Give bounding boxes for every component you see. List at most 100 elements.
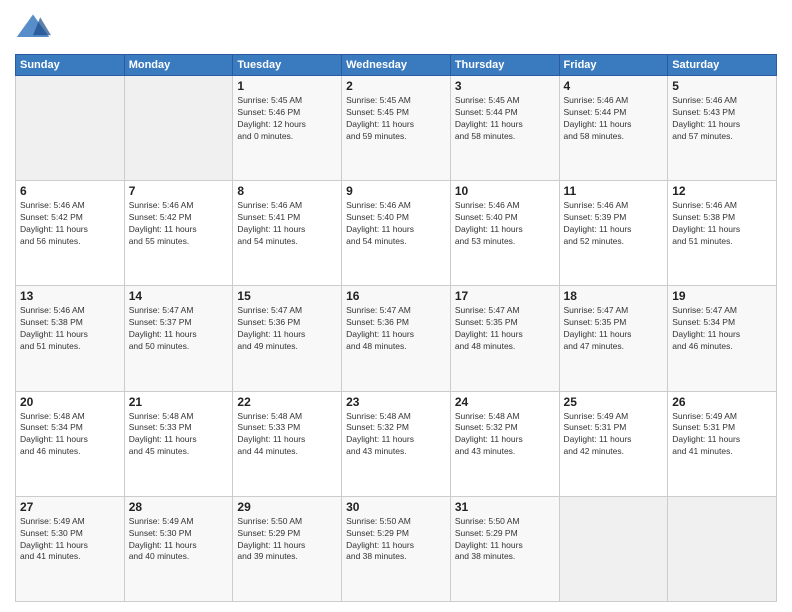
day-info: Sunrise: 5:48 AM Sunset: 5:33 PM Dayligh…	[129, 411, 229, 459]
day-info: Sunrise: 5:45 AM Sunset: 5:45 PM Dayligh…	[346, 95, 446, 143]
day-number: 19	[672, 289, 772, 303]
calendar-cell	[559, 496, 668, 601]
calendar-cell	[124, 76, 233, 181]
day-number: 2	[346, 79, 446, 93]
calendar-cell: 24 Sunrise: 5:48 AM Sunset: 5:32 PM Dayli…	[450, 391, 559, 496]
day-number: 18	[564, 289, 664, 303]
day-info: Sunrise: 5:50 AM Sunset: 5:29 PM Dayligh…	[346, 516, 446, 564]
calendar-cell: 26Sunrise: 5:49 AM Sunset: 5:31 PM Dayli…	[668, 391, 777, 496]
calendar-cell: 28 Sunrise: 5:49 AM Sunset: 5:30 PM Dayli…	[124, 496, 233, 601]
calendar-cell: 31 Sunrise: 5:50 AM Sunset: 5:29 PM Dayli…	[450, 496, 559, 601]
day-info: Sunrise: 5:49 AM Sunset: 5:30 PM Dayligh…	[20, 516, 120, 564]
calendar-cell: 12Sunrise: 5:46 AM Sunset: 5:38 PM Dayli…	[668, 181, 777, 286]
week-row-5: 27 Sunrise: 5:49 AM Sunset: 5:30 PM Dayli…	[16, 496, 777, 601]
calendar-cell: 20Sunrise: 5:48 AM Sunset: 5:34 PM Dayli…	[16, 391, 125, 496]
logo-icon	[15, 10, 51, 46]
day-number: 15	[237, 289, 337, 303]
day-number: 28	[129, 500, 229, 514]
calendar-cell: 23 Sunrise: 5:48 AM Sunset: 5:32 PM Dayli…	[342, 391, 451, 496]
calendar-table: SundayMondayTuesdayWednesdayThursdayFrid…	[15, 54, 777, 602]
day-number: 4	[564, 79, 664, 93]
day-info: Sunrise: 5:46 AM Sunset: 5:42 PM Dayligh…	[20, 200, 120, 248]
day-number: 21	[129, 395, 229, 409]
weekday-header-thursday: Thursday	[450, 55, 559, 76]
calendar-cell: 16Sunrise: 5:47 AM Sunset: 5:36 PM Dayli…	[342, 286, 451, 391]
day-info: Sunrise: 5:47 AM Sunset: 5:36 PM Dayligh…	[237, 305, 337, 353]
day-info: Sunrise: 5:46 AM Sunset: 5:41 PM Dayligh…	[237, 200, 337, 248]
day-info: Sunrise: 5:50 AM Sunset: 5:29 PM Dayligh…	[455, 516, 555, 564]
day-info: Sunrise: 5:46 AM Sunset: 5:42 PM Dayligh…	[129, 200, 229, 248]
calendar-cell: 9 Sunrise: 5:46 AM Sunset: 5:40 PM Daylig…	[342, 181, 451, 286]
day-number: 1	[237, 79, 337, 93]
weekday-header-wednesday: Wednesday	[342, 55, 451, 76]
calendar-cell: 10 Sunrise: 5:46 AM Sunset: 5:40 PM Dayli…	[450, 181, 559, 286]
day-info: Sunrise: 5:46 AM Sunset: 5:39 PM Dayligh…	[564, 200, 664, 248]
day-number: 25	[564, 395, 664, 409]
day-info: Sunrise: 5:46 AM Sunset: 5:40 PM Dayligh…	[346, 200, 446, 248]
calendar-cell	[668, 496, 777, 601]
calendar-cell: 30Sunrise: 5:50 AM Sunset: 5:29 PM Dayli…	[342, 496, 451, 601]
calendar-cell: 1 Sunrise: 5:45 AM Sunset: 5:46 PM Daylig…	[233, 76, 342, 181]
day-info: Sunrise: 5:46 AM Sunset: 5:43 PM Dayligh…	[672, 95, 772, 143]
week-row-1: 1 Sunrise: 5:45 AM Sunset: 5:46 PM Daylig…	[16, 76, 777, 181]
day-number: 3	[455, 79, 555, 93]
weekday-header-tuesday: Tuesday	[233, 55, 342, 76]
calendar-cell: 13 Sunrise: 5:46 AM Sunset: 5:38 PM Dayli…	[16, 286, 125, 391]
calendar-cell: 2 Sunrise: 5:45 AM Sunset: 5:45 PM Daylig…	[342, 76, 451, 181]
day-number: 31	[455, 500, 555, 514]
page: SundayMondayTuesdayWednesdayThursdayFrid…	[0, 0, 792, 612]
calendar-cell: 4 Sunrise: 5:46 AM Sunset: 5:44 PM Daylig…	[559, 76, 668, 181]
week-row-3: 13 Sunrise: 5:46 AM Sunset: 5:38 PM Dayli…	[16, 286, 777, 391]
day-info: Sunrise: 5:46 AM Sunset: 5:40 PM Dayligh…	[455, 200, 555, 248]
day-number: 7	[129, 184, 229, 198]
day-number: 8	[237, 184, 337, 198]
day-number: 24	[455, 395, 555, 409]
weekday-header-sunday: Sunday	[16, 55, 125, 76]
day-info: Sunrise: 5:46 AM Sunset: 5:44 PM Dayligh…	[564, 95, 664, 143]
day-number: 13	[20, 289, 120, 303]
header	[15, 10, 777, 46]
calendar-cell: 27 Sunrise: 5:49 AM Sunset: 5:30 PM Dayli…	[16, 496, 125, 601]
day-number: 27	[20, 500, 120, 514]
day-info: Sunrise: 5:46 AM Sunset: 5:38 PM Dayligh…	[672, 200, 772, 248]
calendar-cell: 18 Sunrise: 5:47 AM Sunset: 5:35 PM Dayli…	[559, 286, 668, 391]
weekday-header-monday: Monday	[124, 55, 233, 76]
calendar-cell: 19Sunrise: 5:47 AM Sunset: 5:34 PM Dayli…	[668, 286, 777, 391]
day-number: 22	[237, 395, 337, 409]
day-number: 23	[346, 395, 446, 409]
day-number: 26	[672, 395, 772, 409]
day-number: 11	[564, 184, 664, 198]
day-info: Sunrise: 5:45 AM Sunset: 5:44 PM Dayligh…	[455, 95, 555, 143]
calendar-cell	[16, 76, 125, 181]
weekday-header-friday: Friday	[559, 55, 668, 76]
day-info: Sunrise: 5:48 AM Sunset: 5:33 PM Dayligh…	[237, 411, 337, 459]
calendar-cell: 29Sunrise: 5:50 AM Sunset: 5:29 PM Dayli…	[233, 496, 342, 601]
logo	[15, 10, 53, 46]
day-info: Sunrise: 5:45 AM Sunset: 5:46 PM Dayligh…	[237, 95, 337, 143]
calendar-cell: 17 Sunrise: 5:47 AM Sunset: 5:35 PM Dayli…	[450, 286, 559, 391]
day-info: Sunrise: 5:49 AM Sunset: 5:30 PM Dayligh…	[129, 516, 229, 564]
calendar-cell: 8 Sunrise: 5:46 AM Sunset: 5:41 PM Daylig…	[233, 181, 342, 286]
day-number: 9	[346, 184, 446, 198]
weekday-header-saturday: Saturday	[668, 55, 777, 76]
calendar-cell: 22 Sunrise: 5:48 AM Sunset: 5:33 PM Dayli…	[233, 391, 342, 496]
calendar-cell: 6 Sunrise: 5:46 AM Sunset: 5:42 PM Daylig…	[16, 181, 125, 286]
day-info: Sunrise: 5:47 AM Sunset: 5:35 PM Dayligh…	[564, 305, 664, 353]
day-info: Sunrise: 5:49 AM Sunset: 5:31 PM Dayligh…	[564, 411, 664, 459]
day-info: Sunrise: 5:48 AM Sunset: 5:32 PM Dayligh…	[346, 411, 446, 459]
calendar-cell: 7 Sunrise: 5:46 AM Sunset: 5:42 PM Daylig…	[124, 181, 233, 286]
day-info: Sunrise: 5:47 AM Sunset: 5:35 PM Dayligh…	[455, 305, 555, 353]
day-number: 17	[455, 289, 555, 303]
day-number: 6	[20, 184, 120, 198]
day-number: 10	[455, 184, 555, 198]
day-number: 29	[237, 500, 337, 514]
weekday-header-row: SundayMondayTuesdayWednesdayThursdayFrid…	[16, 55, 777, 76]
calendar-cell: 21 Sunrise: 5:48 AM Sunset: 5:33 PM Dayli…	[124, 391, 233, 496]
day-info: Sunrise: 5:46 AM Sunset: 5:38 PM Dayligh…	[20, 305, 120, 353]
day-number: 5	[672, 79, 772, 93]
day-info: Sunrise: 5:48 AM Sunset: 5:34 PM Dayligh…	[20, 411, 120, 459]
week-row-2: 6 Sunrise: 5:46 AM Sunset: 5:42 PM Daylig…	[16, 181, 777, 286]
day-info: Sunrise: 5:47 AM Sunset: 5:37 PM Dayligh…	[129, 305, 229, 353]
day-info: Sunrise: 5:48 AM Sunset: 5:32 PM Dayligh…	[455, 411, 555, 459]
calendar-cell: 11 Sunrise: 5:46 AM Sunset: 5:39 PM Dayli…	[559, 181, 668, 286]
